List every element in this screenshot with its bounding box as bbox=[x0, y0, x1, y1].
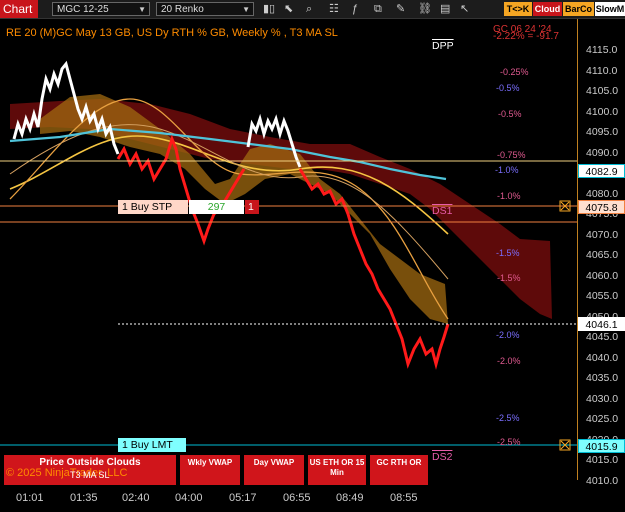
price-chart bbox=[0, 60, 577, 451]
buy-lmt-order[interactable]: 1 Buy LMT bbox=[118, 438, 186, 452]
indicators-icon[interactable]: ƒ bbox=[352, 2, 358, 16]
price-panel[interactable] bbox=[0, 19, 577, 480]
attach-icon[interactable]: ⛓ bbox=[418, 2, 432, 16]
time-tick: 05:17 bbox=[229, 492, 257, 504]
strategies-icon[interactable]: ⧉ bbox=[374, 2, 382, 16]
buy-stp-count[interactable]: 1 bbox=[245, 200, 259, 214]
zoom-icon[interactable]: ⌕ bbox=[306, 2, 312, 16]
price-tick: 4060.0 bbox=[586, 269, 619, 282]
price-outside-clouds-sub: T3 MA SL bbox=[70, 470, 110, 480]
buy-stp-order[interactable]: 1 Buy STP bbox=[118, 200, 188, 214]
time-tick: 01:01 bbox=[16, 492, 44, 504]
tk-button[interactable]: T<>K bbox=[504, 2, 532, 16]
pointer-icon[interactable]: ⬉ bbox=[284, 2, 293, 16]
top-right-value: -2.22% = -91.7 bbox=[493, 31, 559, 42]
price-tick: 4080.0 bbox=[586, 187, 619, 200]
instrument-label: MGC 12-25 bbox=[57, 4, 109, 15]
wkly-vwap-button[interactable]: Wkly VWAP bbox=[180, 455, 240, 485]
pct-label-5: -1.0% bbox=[495, 165, 519, 175]
bar-type-label: 20 Renko bbox=[161, 4, 204, 15]
price-tick: 4095.0 bbox=[586, 126, 619, 138]
chart-tab[interactable]: Chart bbox=[0, 0, 38, 18]
price-flag-4015: 4015.9 bbox=[578, 439, 625, 453]
price-tick: 4065.0 bbox=[586, 249, 619, 261]
barco-button[interactable]: BarCo bbox=[563, 2, 594, 16]
instrument-selector[interactable]: MGC 12-25 ▼ bbox=[52, 2, 150, 16]
pct-label-11: -2.5% bbox=[496, 413, 520, 423]
time-tick: 01:35 bbox=[70, 492, 98, 504]
ds2-label: DS2 bbox=[432, 451, 453, 463]
price-tick: 4115.0 bbox=[586, 44, 618, 56]
time-tick: 02:40 bbox=[122, 492, 150, 504]
us-eth-or-button[interactable]: US ETH OR 15 Min bbox=[308, 455, 366, 485]
pct-label-12: -2.5% bbox=[497, 437, 521, 447]
pct-label-9: -2.0% bbox=[496, 330, 520, 340]
price-tick: 4045.0 bbox=[586, 331, 619, 343]
day-vwap-button[interactable]: Day VWAP bbox=[244, 455, 304, 485]
chevron-down-icon: ▼ bbox=[138, 5, 146, 14]
bar-chart-icon[interactable]: ▮▯ bbox=[263, 2, 275, 16]
price-tick: 4100.0 bbox=[586, 105, 619, 118]
price-tick: 4030.0 bbox=[586, 392, 619, 405]
price-tick: 4110.0 bbox=[586, 64, 618, 77]
pct-label-8: -1.5% bbox=[497, 273, 521, 283]
cursor-icon[interactable]: ↖ bbox=[460, 2, 469, 16]
pct-label-4: -0.75% bbox=[497, 150, 526, 160]
layout-icon[interactable]: ▤ bbox=[440, 2, 450, 16]
pct-label-1: -0.25% bbox=[500, 67, 529, 77]
pct-label-6: -1.0% bbox=[497, 191, 521, 201]
time-axis[interactable]: 01:01 01:35 02:40 04:00 05:17 06:55 08:4… bbox=[0, 486, 577, 512]
pct-label-2: -0.5% bbox=[496, 83, 520, 93]
dpp-label: DPP bbox=[432, 40, 454, 52]
gc-rth-or-button[interactable]: GC RTH OR bbox=[370, 455, 428, 485]
price-tick: 4070.0 bbox=[586, 228, 619, 241]
bar-type-selector[interactable]: 20 Renko ▼ bbox=[156, 2, 254, 16]
price-flag-4082: 4082.9 bbox=[578, 164, 625, 178]
time-tick: 04:00 bbox=[175, 492, 203, 504]
price-tick: 4055.0 bbox=[586, 290, 619, 302]
chevron-down-icon: ▼ bbox=[242, 5, 250, 14]
price-tick: 4105.0 bbox=[586, 85, 619, 97]
pct-label-3: -0.5% bbox=[498, 109, 522, 119]
price-tick: 4010.0 bbox=[586, 474, 619, 487]
slowm-button[interactable]: SlowM bbox=[595, 2, 625, 16]
properties-icon[interactable]: ☷ bbox=[329, 2, 339, 16]
price-tick: 4015.0 bbox=[586, 454, 619, 466]
ds1-label: DS1 bbox=[432, 205, 453, 217]
price-flag-4075: 4075.8 bbox=[578, 200, 625, 214]
price-tick: 4035.0 bbox=[586, 372, 619, 384]
time-tick: 08:55 bbox=[390, 492, 418, 504]
pct-label-7: -1.5% bbox=[496, 248, 520, 258]
price-tick: 4025.0 bbox=[586, 413, 619, 425]
drawing-tools-icon[interactable]: ✎ bbox=[396, 2, 405, 16]
price-tick: 4090.0 bbox=[586, 146, 619, 159]
cloud-button[interactable]: Cloud bbox=[533, 2, 562, 16]
price-flag-4046: 4046.1 bbox=[578, 317, 625, 331]
time-tick: 08:49 bbox=[336, 492, 364, 504]
buy-stp-quantity[interactable]: 297 bbox=[189, 200, 244, 214]
top-right-info: GC 06 24 '24 -2.22% = -91.7 bbox=[493, 24, 559, 42]
pct-label-10: -2.0% bbox=[497, 356, 521, 366]
chart-toolbar: Chart MGC 12-25 ▼ 20 Renko ▼ ▮▯ ⬉ ⌕ ☷ ƒ … bbox=[0, 0, 625, 19]
time-tick: 06:55 bbox=[283, 492, 311, 504]
price-tick: 4040.0 bbox=[586, 351, 619, 364]
chart-title: RE 20 (M)GC May 13 GB, US Dy RTH % GB, W… bbox=[6, 27, 338, 39]
price-axis[interactable]: 4115.04110.04105.04100.04095.04090.04085… bbox=[577, 19, 625, 487]
